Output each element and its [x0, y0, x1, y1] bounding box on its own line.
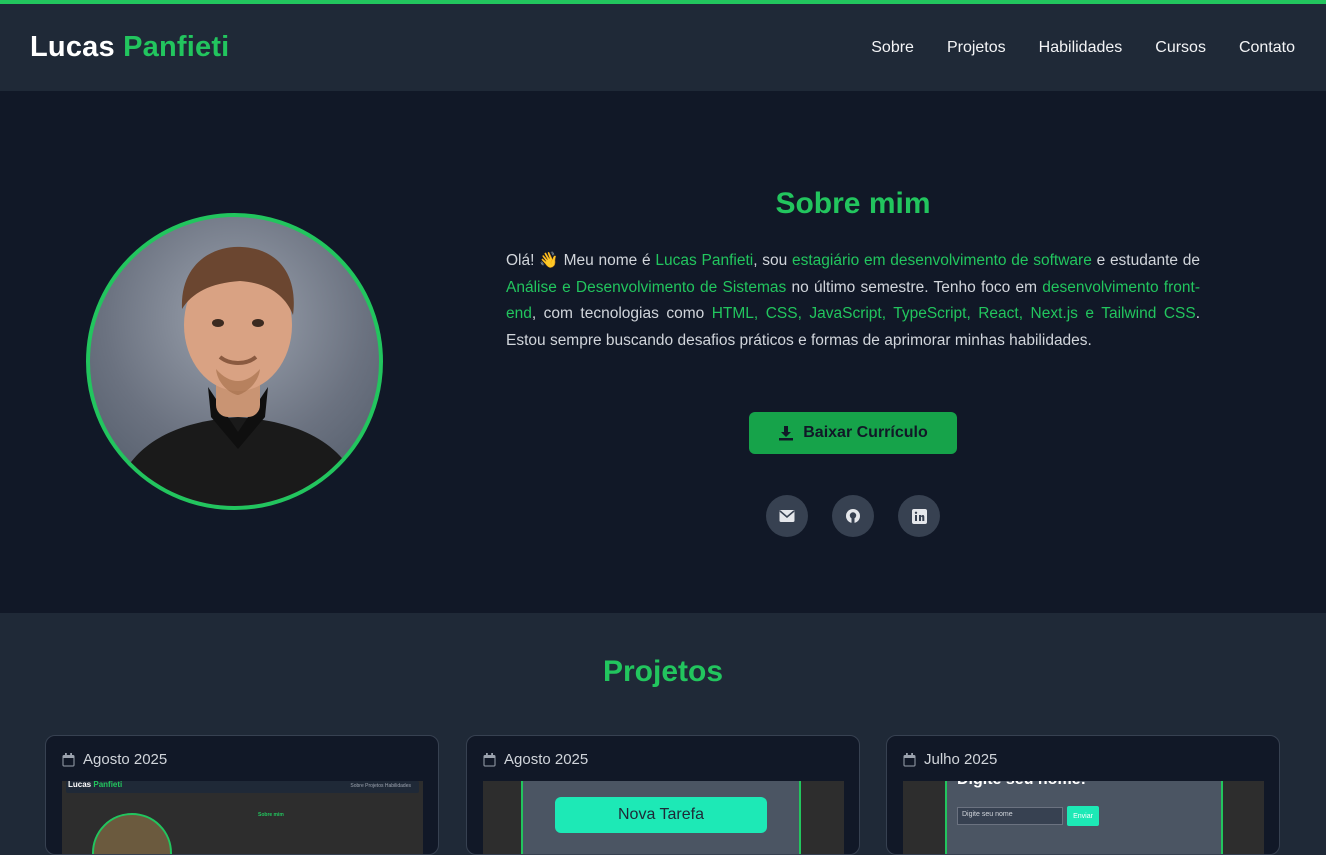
project-date: Agosto 2025	[483, 751, 588, 768]
about-highlight-role: estagiário em desenvolvimento de softwar…	[792, 252, 1092, 269]
thumb-name-input: Digite seu nome	[957, 807, 1063, 825]
calendar-icon	[62, 752, 75, 766]
thumb-brand-first: Lucas	[68, 781, 92, 789]
thumb-send-button: Enviar	[1067, 806, 1099, 826]
thumb-heading: Sobre mim	[258, 812, 284, 818]
download-cv-button[interactable]: Baixar Currículo	[749, 412, 957, 454]
email-link[interactable]	[766, 495, 808, 537]
thumb-new-task-button: Nova Tarefa	[555, 797, 767, 833]
about-title: Sobre mim	[775, 187, 931, 220]
calendar-icon	[483, 752, 496, 766]
about-paragraph: Olá! 👋 Meu nome é Lucas Panfieti, sou es…	[506, 248, 1200, 354]
thumb-brand-last: Panfieti	[93, 781, 123, 789]
calendar-icon	[903, 752, 916, 766]
projects-section: Projetos Agosto 2025 Lucas Panfieti Sobr…	[0, 613, 1326, 855]
brand-last-name: Panfieti	[123, 31, 230, 63]
project-thumbnail: Lucas Panfieti Sobre Projetos Habilidade…	[62, 781, 423, 854]
thumb-brand: Lucas Panfieti	[68, 781, 122, 789]
about-text-part: Olá! 👋 Meu nome é	[506, 252, 656, 269]
download-cv-label: Baixar Currículo	[803, 424, 928, 441]
github-link[interactable]	[832, 495, 874, 537]
project-date-label: Agosto 2025	[83, 751, 168, 768]
nav-link-contato[interactable]: Contato	[1239, 39, 1295, 57]
project-card[interactable]: Julho 2025 Digite seu nome: Digite seu n…	[886, 735, 1280, 855]
project-date: Agosto 2025	[62, 751, 167, 768]
linkedin-icon	[911, 508, 927, 524]
about-highlight-tech: HTML, CSS, JavaScript, TypeScript, React…	[711, 305, 1196, 322]
social-links	[766, 495, 940, 537]
nav-link-projetos[interactable]: Projetos	[947, 39, 1006, 57]
about-text-part: , sou	[753, 252, 792, 269]
thumb-body: Digite seu nome: Digite seu nome Enviar	[945, 781, 1223, 854]
thumb-heading: Digite seu nome:	[957, 781, 1086, 789]
brand-logo[interactable]: Lucas Panfieti	[30, 31, 229, 64]
project-date-label: Agosto 2025	[504, 751, 589, 768]
project-thumbnail: Digite seu nome: Digite seu nome Enviar	[903, 781, 1264, 854]
download-icon	[779, 426, 794, 441]
thumb-nav: Sobre Projetos Habilidades	[350, 783, 411, 789]
nav-link-habilidades[interactable]: Habilidades	[1039, 39, 1123, 57]
project-date: Julho 2025	[903, 751, 997, 768]
main-nav: Sobre Projetos Habilidades Cursos Contat…	[871, 39, 1295, 57]
site-header: Lucas Panfieti Sobre Projetos Habilidade…	[0, 4, 1326, 91]
linkedin-link[interactable]	[898, 495, 940, 537]
about-text-part: , com tecnologias como	[531, 305, 712, 322]
nav-link-sobre[interactable]: Sobre	[871, 39, 914, 57]
projects-title: Projetos	[602, 655, 724, 688]
brand-first-name: Lucas	[30, 31, 115, 63]
about-highlight-name: Lucas Panfieti	[655, 252, 754, 269]
about-text-part: e estudante de	[1091, 252, 1201, 269]
profile-photo	[86, 213, 383, 510]
project-card[interactable]: Agosto 2025 Nova Tarefa	[466, 735, 860, 855]
envelope-icon	[779, 510, 795, 522]
about-section: Sobre mim Olá! 👋 Meu nome é Lucas Panfie…	[0, 91, 1326, 613]
about-text-part: no último semestre. Tenho foco em	[786, 278, 1043, 296]
profile-photo-illustration	[111, 246, 366, 506]
project-date-label: Julho 2025	[924, 751, 998, 768]
project-thumbnail: Nova Tarefa	[483, 781, 844, 854]
thumb-avatar	[92, 813, 172, 854]
about-highlight-course: Análise e Desenvolvimento de Sistemas	[506, 278, 787, 296]
nav-link-cursos[interactable]: Cursos	[1155, 39, 1206, 57]
project-card[interactable]: Agosto 2025 Lucas Panfieti Sobre Projeto…	[45, 735, 439, 855]
github-icon	[846, 509, 860, 523]
